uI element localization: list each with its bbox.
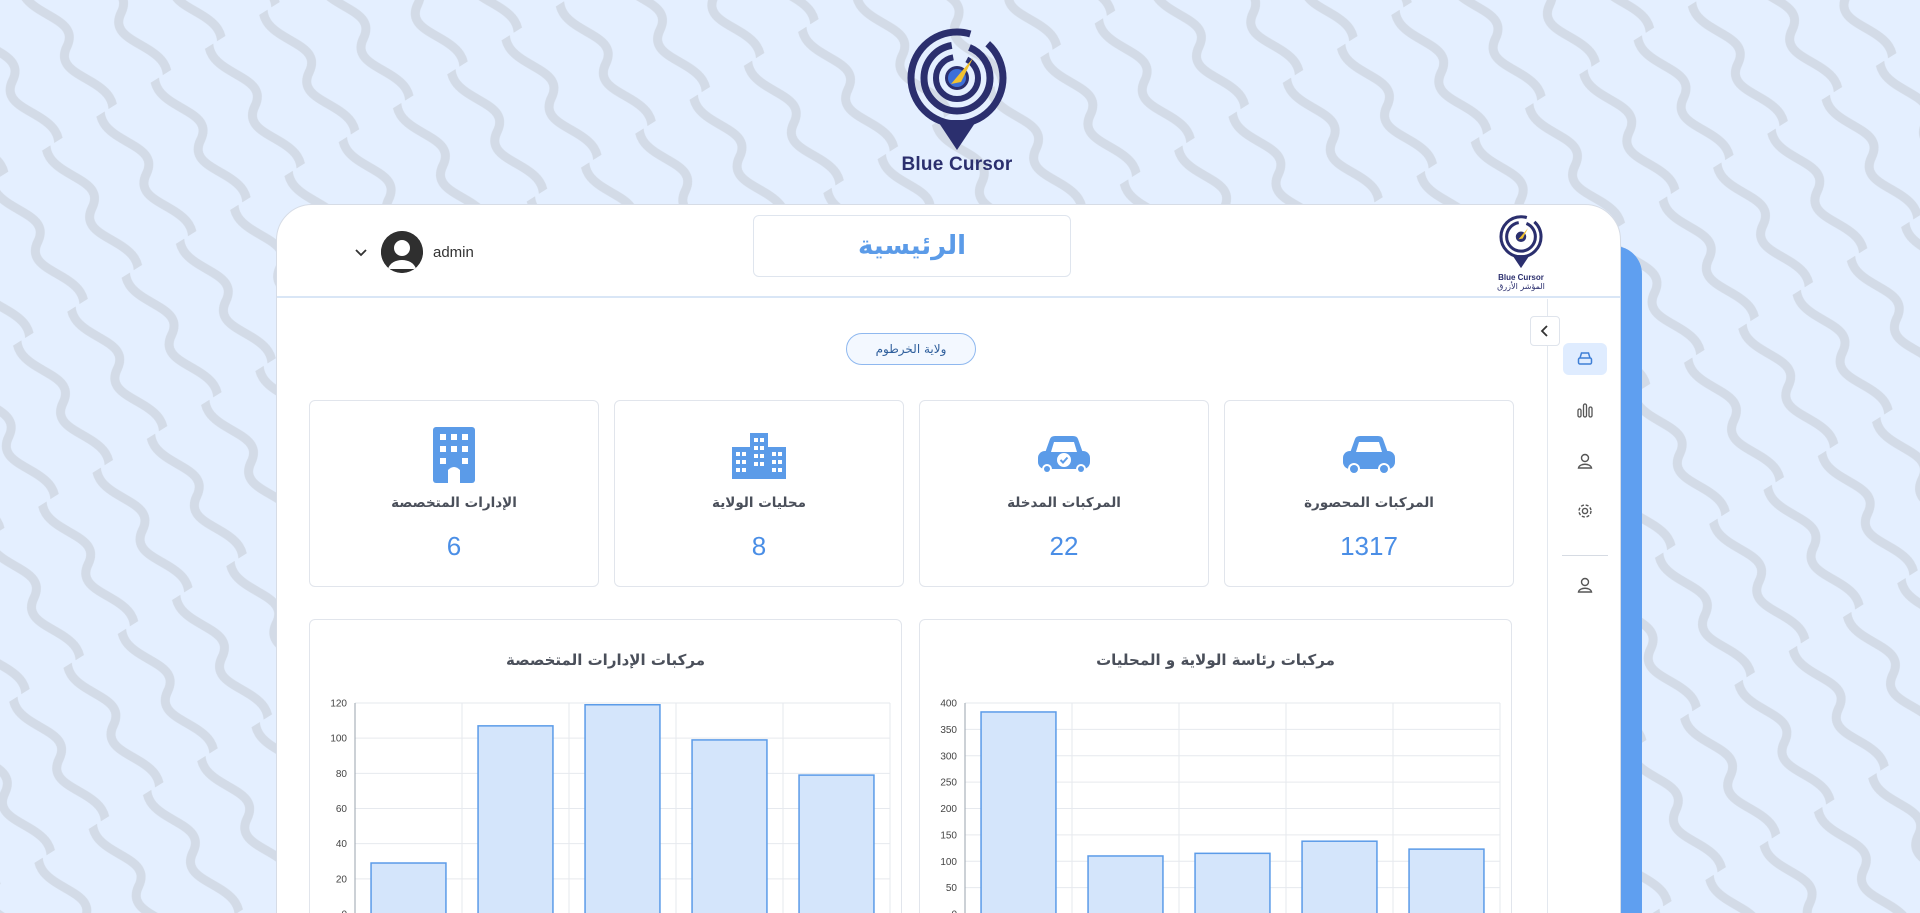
sidebar-collapse-button[interactable] [1530,316,1560,346]
bar-chart-state-localities: 0 50 100 150 200 250 300 350 400 [940,699,1501,913]
y-tick-label: 50 [946,883,958,894]
bar [1301,840,1378,913]
sidebar-item-vehicles[interactable] [1563,343,1607,375]
chevron-left-icon [1540,325,1548,337]
y-tick-label: 80 [336,769,348,780]
stat-value: 1317 [1340,531,1398,561]
stat-value: 22 [1049,531,1079,561]
vehicle-icon [1577,352,1593,365]
bar [477,725,554,913]
y-tick-label: 20 [336,874,348,885]
bar [584,704,661,913]
stat-label: المركبات المدخلة [1007,495,1121,511]
gear-icon [1578,504,1592,518]
user-name: admin [433,243,474,261]
chevron-down-icon[interactable] [351,242,371,262]
right-sidebar [1530,299,1620,913]
y-tick-label: 100 [940,857,957,868]
y-tick-label: 250 [940,778,957,789]
header-brand-arabic: المؤشر الأزرق [1497,282,1545,291]
y-tick-label: 150 [940,830,957,841]
stat-label: محليات الولاية [712,495,806,511]
header-logo[interactable]: Blue Cursor المؤشر الأزرق [1487,215,1555,292]
stat-card-entered-vehicles[interactable]: المركبات المدخلة 22 [919,400,1209,587]
page-title: الرئيسية [857,231,967,261]
page-title-box: الرئيسية [753,215,1071,277]
y-tick-label: 350 [940,725,957,736]
y-tick-label: 0 [951,910,957,913]
sidebar-item-users[interactable] [1563,445,1607,477]
bar [980,711,1057,913]
stat-label: الإدارات المتخصصة [391,495,517,511]
brand-name: Blue Cursor [901,154,1013,175]
bar [1087,855,1164,913]
y-tick-label: 100 [330,734,347,745]
stat-label: المركبات المحصورة [1304,495,1434,511]
bar [1408,848,1485,913]
stat-card-departments[interactable]: الإدارات المتخصصة 6 [309,400,599,587]
user-icon [1577,577,1593,593]
y-tick-label: 200 [940,804,957,815]
car-icon [1343,436,1395,475]
blue-cursor-logo-icon [907,28,1007,150]
dashboard-panel: admin الرئيسية Blue Cursor المؤشر الأزرق [276,204,1621,913]
avatar[interactable] [381,231,423,273]
top-header: admin الرئيسية Blue Cursor المؤشر الأزرق [277,205,1620,298]
y-tick-label: 60 [336,804,348,815]
bar [798,774,875,913]
y-tick-label: 300 [940,751,957,762]
sidebar-item-profile[interactable] [1563,569,1607,601]
sidebar-item-reports[interactable] [1563,394,1607,426]
bar-chart-departments: 0 20 40 60 80 100 120 [330,699,891,913]
buildings-icon [732,433,786,479]
state-filter-pill[interactable]: ولاية الخرطوم [846,333,976,365]
stat-card-seized-vehicles[interactable]: المركبات المحصورة 1317 [1224,400,1514,587]
y-tick-label: 400 [940,699,957,710]
user-icon [1577,453,1593,469]
chart-card-state-localities: مركبات رئاسة الولاية و المحليات 05010015… [919,619,1512,913]
y-tick-label: 40 [336,839,348,850]
stat-value: 8 [751,531,767,561]
office-building-icon [433,427,475,483]
car-check-icon [1038,436,1090,474]
bar [370,862,447,913]
stat-card-localities[interactable]: محليات الولاية 8 [614,400,904,587]
bar [691,739,768,913]
stat-value: 6 [446,531,462,561]
bar [1194,852,1271,913]
y-tick-label: 120 [330,699,347,710]
user-menu[interactable]: admin [351,231,474,273]
y-tick-label: 0 [341,910,347,913]
brand-logo: Blue Cursor [892,28,1022,176]
header-brand-name: Blue Cursor [1498,273,1544,282]
sidebar-divider [1562,555,1608,556]
sidebar-item-settings[interactable] [1563,495,1607,527]
blue-cursor-logo-icon [1499,215,1543,269]
chart-card-departments: مركبات الإدارات المتخصصة 020406080100120 [309,619,902,913]
bar-chart-icon [1577,403,1593,418]
